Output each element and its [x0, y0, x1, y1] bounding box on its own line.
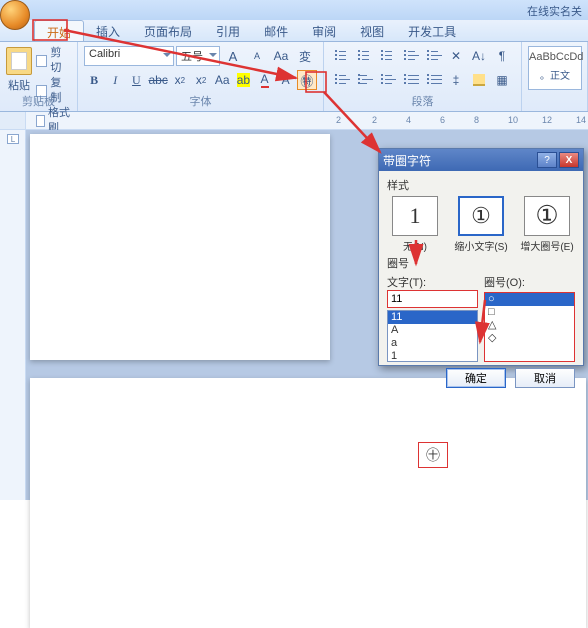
align-center-button[interactable]: [353, 70, 375, 90]
style-enlarge-preview: ①: [524, 196, 570, 236]
text-input[interactable]: [387, 290, 478, 308]
title-bar: 在线实名关: [0, 0, 588, 20]
group-paragraph: ✕ A↓ ¶ ‡ ▦ 段落: [324, 42, 522, 111]
group-label-paragraph: 段落: [324, 93, 521, 109]
tab-references[interactable]: 引用: [204, 20, 252, 41]
tab-stop-mark[interactable]: L: [7, 134, 19, 144]
grow-font-button[interactable]: A: [222, 46, 244, 66]
text-listbox[interactable]: 11 A a 1: [387, 310, 478, 362]
line-spacing-button[interactable]: ‡: [445, 70, 467, 90]
tab-developer[interactable]: 开发工具: [396, 20, 468, 41]
ok-button[interactable]: 确定: [446, 368, 506, 388]
align-left-button[interactable]: [330, 70, 352, 90]
sort-button[interactable]: A↓: [468, 46, 490, 66]
subscript-button[interactable]: x2: [170, 70, 190, 90]
style-normal[interactable]: AaBbCcDd 。正文: [528, 46, 582, 90]
cancel-button[interactable]: 取消: [515, 368, 575, 388]
tab-view[interactable]: 视图: [348, 20, 396, 41]
style-shrink[interactable]: ① 缩小文字(S): [453, 196, 509, 253]
underline-button[interactable]: U: [126, 70, 146, 90]
indent-dec-button[interactable]: [399, 46, 421, 66]
list-item[interactable]: 11: [388, 311, 477, 324]
paste-icon: [6, 47, 32, 75]
title-right-status: 在线实名关: [527, 3, 582, 19]
ring-listbox[interactable]: ○ □ △ ◇: [484, 292, 575, 362]
dialog-title: 带圈字符: [383, 152, 535, 169]
align-distribute-button[interactable]: [422, 70, 444, 90]
tab-insert[interactable]: 插入: [84, 20, 132, 41]
style-none-caption: 无(N): [387, 238, 443, 253]
paste-label: 粘贴: [6, 77, 32, 93]
tab-page-layout[interactable]: 页面布局: [132, 20, 204, 41]
highlight-button[interactable]: ab: [233, 70, 253, 90]
font-color-button[interactable]: A: [254, 70, 274, 90]
page-1[interactable]: [30, 134, 330, 360]
style-shrink-caption: 缩小文字(S): [453, 238, 509, 253]
list-item[interactable]: a: [388, 337, 477, 350]
shrink-font-button[interactable]: A: [246, 46, 268, 66]
tab-review[interactable]: 审阅: [300, 20, 348, 41]
align-right-button[interactable]: [376, 70, 398, 90]
dialog-close-button[interactable]: X: [559, 152, 579, 168]
style-enlarge-caption: 增大圈号(E): [519, 238, 575, 253]
enclose-char-dialog: 带圈字符 ? X 样式 1 无(N) ① 缩小文字(S) ① 增大圈号(E) 圈…: [378, 148, 584, 366]
label-ring: 圈号: [387, 255, 575, 271]
char-border-button[interactable]: A: [276, 70, 296, 90]
tab-home[interactable]: 开始: [34, 20, 84, 41]
italic-button[interactable]: I: [105, 70, 125, 90]
change-case-button[interactable]: Aa: [212, 70, 232, 90]
numbering-button[interactable]: [353, 46, 375, 66]
ribbon-tabs: 开始 插入 页面布局 引用 邮件 审阅 视图 开发工具: [0, 20, 588, 42]
style-none[interactable]: 1 无(N): [387, 196, 443, 253]
ribbon: 粘贴 剪切 复制 格式刷 剪贴板 Calibri 五号 A A Aa 変 B I…: [0, 42, 588, 112]
vertical-ruler[interactable]: L: [0, 130, 26, 500]
indent-inc-button[interactable]: [422, 46, 444, 66]
font-name-combo[interactable]: Calibri: [84, 46, 174, 66]
list-item[interactable]: 1: [388, 350, 477, 362]
label-text: 文字(T):: [387, 274, 478, 290]
style-enlarge[interactable]: ① 增大圈号(E): [519, 196, 575, 253]
scissors-icon: [36, 55, 47, 67]
dialog-help-button[interactable]: ?: [537, 152, 557, 168]
superscript-button[interactable]: x2: [191, 70, 211, 90]
multilevel-button[interactable]: [376, 46, 398, 66]
bullets-button[interactable]: [330, 46, 352, 66]
asian-layout-button[interactable]: ✕: [445, 46, 467, 66]
page-2[interactable]: ㊉: [30, 378, 586, 628]
group-clipboard: 粘贴 剪切 复制 格式刷 剪贴板: [0, 42, 78, 111]
style-sample: AaBbCcDd: [529, 51, 581, 63]
list-item[interactable]: △: [485, 319, 574, 332]
strike-button[interactable]: abc: [147, 70, 168, 90]
shading-button[interactable]: [468, 70, 490, 90]
style-shrink-preview: ①: [458, 196, 504, 236]
group-font: Calibri 五号 A A Aa 変 B I U abc x2 x2 Aa a…: [78, 42, 324, 111]
list-item[interactable]: A: [388, 324, 477, 337]
font-size-combo[interactable]: 五号: [176, 46, 220, 66]
tab-mailings[interactable]: 邮件: [252, 20, 300, 41]
borders-button[interactable]: ▦: [491, 70, 513, 90]
list-item[interactable]: ○: [485, 293, 574, 306]
style-none-preview: 1: [392, 196, 438, 236]
group-label-clipboard: 剪贴板: [0, 93, 77, 109]
align-justify-button[interactable]: [399, 70, 421, 90]
list-item[interactable]: ◇: [485, 332, 574, 345]
show-marks-button[interactable]: ¶: [491, 46, 513, 66]
phonetic-button[interactable]: 変: [294, 46, 316, 66]
list-item[interactable]: □: [485, 306, 574, 319]
office-button[interactable]: [0, 0, 30, 30]
inserted-enclosed-char: ㊉: [426, 445, 440, 465]
cut-button[interactable]: 剪切: [36, 46, 71, 76]
horizontal-ruler[interactable]: 2 2 4 6 8 10 12 14: [0, 112, 588, 130]
bold-button[interactable]: B: [84, 70, 104, 90]
clear-format-button[interactable]: Aa: [270, 46, 292, 66]
style-name: 。正文: [529, 67, 581, 82]
group-label-font: 字体: [78, 93, 323, 109]
label-ring-col: 圈号(O):: [484, 274, 575, 290]
group-styles: AaBbCcDd 。正文: [522, 42, 588, 111]
dialog-titlebar[interactable]: 带圈字符 ? X: [379, 149, 583, 171]
enclose-char-button[interactable]: ㊕: [297, 70, 317, 90]
label-style: 样式: [387, 177, 575, 193]
